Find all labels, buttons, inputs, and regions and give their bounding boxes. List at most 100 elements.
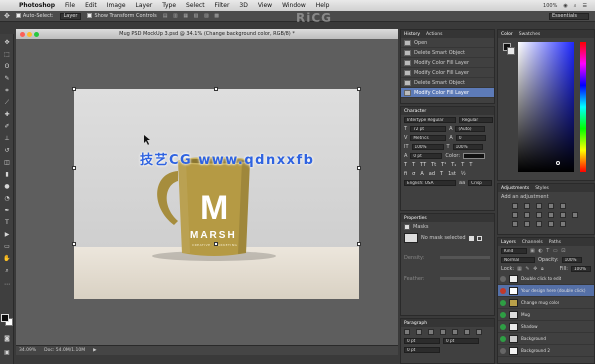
faux-italic-icon[interactable]: T [412,162,415,168]
visibility-eye-icon[interactable] [500,311,506,318]
more-tools-icon[interactable]: ⋯ [2,280,12,289]
menu-layer[interactable]: Layer [131,2,158,9]
brightness-contrast-icon[interactable] [512,202,518,209]
vector-mask-icon[interactable] [476,235,482,241]
black-white-icon[interactable] [536,211,542,218]
notification-center-icon[interactable]: ☰ [583,3,587,9]
horizontal-scale-input[interactable]: 100% [452,143,483,150]
posterize-icon[interactable] [524,220,530,227]
indent-right-input[interactable]: 0 pt [443,337,479,344]
minimize-icon[interactable] [27,32,32,37]
blur-tool-icon[interactable]: ● [2,182,12,191]
swash-icon[interactable]: A [420,171,423,177]
rectangle-tool-icon[interactable]: ▭ [2,242,12,251]
superscript-icon[interactable]: T¹ [441,162,446,168]
menu-window[interactable]: Window [277,2,311,9]
tab-paths[interactable]: Paths [549,240,561,245]
workspace-switcher[interactable]: Essentials [549,13,589,20]
menu-edit[interactable]: Edit [80,2,102,9]
menu-3d[interactable]: 3D [234,2,252,9]
antialias-select[interactable]: Crisp [468,179,493,186]
selective-color-icon[interactable] [560,220,566,227]
transform-handle-ml[interactable] [72,166,76,170]
type-tool-icon[interactable]: T [2,218,12,227]
visibility-eye-icon[interactable] [500,299,506,306]
doc-size[interactable]: Doc: 54.0M/1.10M [44,348,85,353]
transform-handle-br[interactable] [357,242,361,246]
color-lookup-icon[interactable] [572,211,578,218]
layer-row[interactable]: Background [498,333,594,345]
zoom-level[interactable]: 34.09% [19,348,36,353]
align-left-icon[interactable] [404,328,410,335]
crop-tool-icon[interactable]: ⌗ [2,86,12,95]
menu-help[interactable]: Help [311,2,335,9]
tab-swatches[interactable]: Swatches [519,32,541,37]
opacity-input[interactable]: 100% [561,256,582,263]
justify-center-icon[interactable] [452,328,458,335]
spotlight-search-icon[interactable]: ⌕ [574,3,577,9]
oldstyle-icon[interactable]: σ [412,171,415,177]
layer-kind-filter[interactable]: Kind [501,247,527,254]
font-family-select[interactable]: Intertype Regular [404,116,456,123]
tab-actions[interactable]: Actions [426,32,442,37]
screen-mode-icon[interactable]: ▣ [2,348,12,357]
quick-select-tool-icon[interactable]: ✎ [2,74,12,83]
eyedropper-tool-icon[interactable]: ⟋ [2,98,12,107]
all-caps-icon[interactable]: TT [420,162,426,168]
close-icon[interactable] [20,32,25,37]
move-tool-icon[interactable]: ✥ [2,38,12,47]
justify-right-icon[interactable] [464,328,470,335]
vibrance-icon[interactable] [560,202,566,209]
clone-stamp-tool-icon[interactable]: ⊥ [2,134,12,143]
justify-all-icon[interactable] [476,328,482,335]
layer-row[interactable]: Mug [498,309,594,321]
color-bg-swatch[interactable] [507,47,515,55]
hue-saturation-icon[interactable] [512,211,518,218]
history-item[interactable]: Modify Color Fill Layer [401,68,494,78]
align-center-icon[interactable] [416,328,422,335]
eraser-tool-icon[interactable]: ◫ [2,158,12,167]
indent-left-input[interactable]: 0 pt [404,337,440,344]
strikethrough-icon[interactable]: T [469,162,472,168]
titling-icon[interactable]: T [440,171,443,177]
history-item[interactable]: Delete Smart Object [401,78,494,88]
menu-image[interactable]: Image [102,2,131,9]
healing-brush-tool-icon[interactable]: ✚ [2,110,12,119]
layer-row[interactable]: Change mug color [498,297,594,309]
curves-icon[interactable] [536,202,542,209]
menu-view[interactable]: View [253,2,277,9]
hue-slider[interactable] [580,42,586,172]
menu-app-name[interactable]: Photoshop [14,2,60,9]
color-picker-field[interactable] [518,42,574,172]
lasso-tool-icon[interactable]: ʘ [2,62,12,71]
ordinals-icon[interactable]: 1st [448,171,456,177]
blend-mode-select[interactable]: Normal [501,256,535,263]
history-item[interactable]: Delete Smart Object [401,48,494,58]
feather-slider[interactable] [440,277,490,280]
visibility-eye-icon[interactable] [500,347,506,354]
fractions-icon[interactable]: ½ [461,171,466,177]
quick-mask-icon[interactable]: ◙ [2,334,12,343]
layer-row[interactable]: Your design here (double click) [498,285,594,297]
font-size-input[interactable]: 72 pt [410,125,447,132]
filter-icons[interactable]: ▣ ◐ T ▭ ⊡ [530,248,566,254]
layer-row[interactable]: Double click to edit [498,273,594,285]
auto-select-dropdown[interactable]: Layer [59,12,82,20]
lock-icons[interactable]: ▦ ✎ ✥ 🔒︎ [517,266,545,272]
exposure-icon[interactable] [548,202,554,209]
visibility-eye-icon[interactable] [500,275,506,282]
brush-tool-icon[interactable]: ✐ [2,122,12,131]
transform-handle-mr[interactable] [357,166,361,170]
history-item[interactable]: Modify Color Fill Layer [401,58,494,68]
menu-select[interactable]: Select [181,2,210,9]
zoom-window-icon[interactable] [34,32,39,37]
menu-file[interactable]: File [60,2,80,9]
transform-handle-tl[interactable] [72,87,76,91]
vertical-scale-input[interactable]: 100% [411,143,444,150]
color-picker-marker[interactable] [556,161,560,165]
tab-history[interactable]: History [404,32,420,37]
transform-handle-bl[interactable] [72,242,76,246]
path-select-tool-icon[interactable]: ▶ [2,230,12,239]
mug-mockup-image[interactable]: M MARSH CREATIVE · MARKETING [74,89,359,299]
kerning-input[interactable]: Metrics [410,134,447,141]
